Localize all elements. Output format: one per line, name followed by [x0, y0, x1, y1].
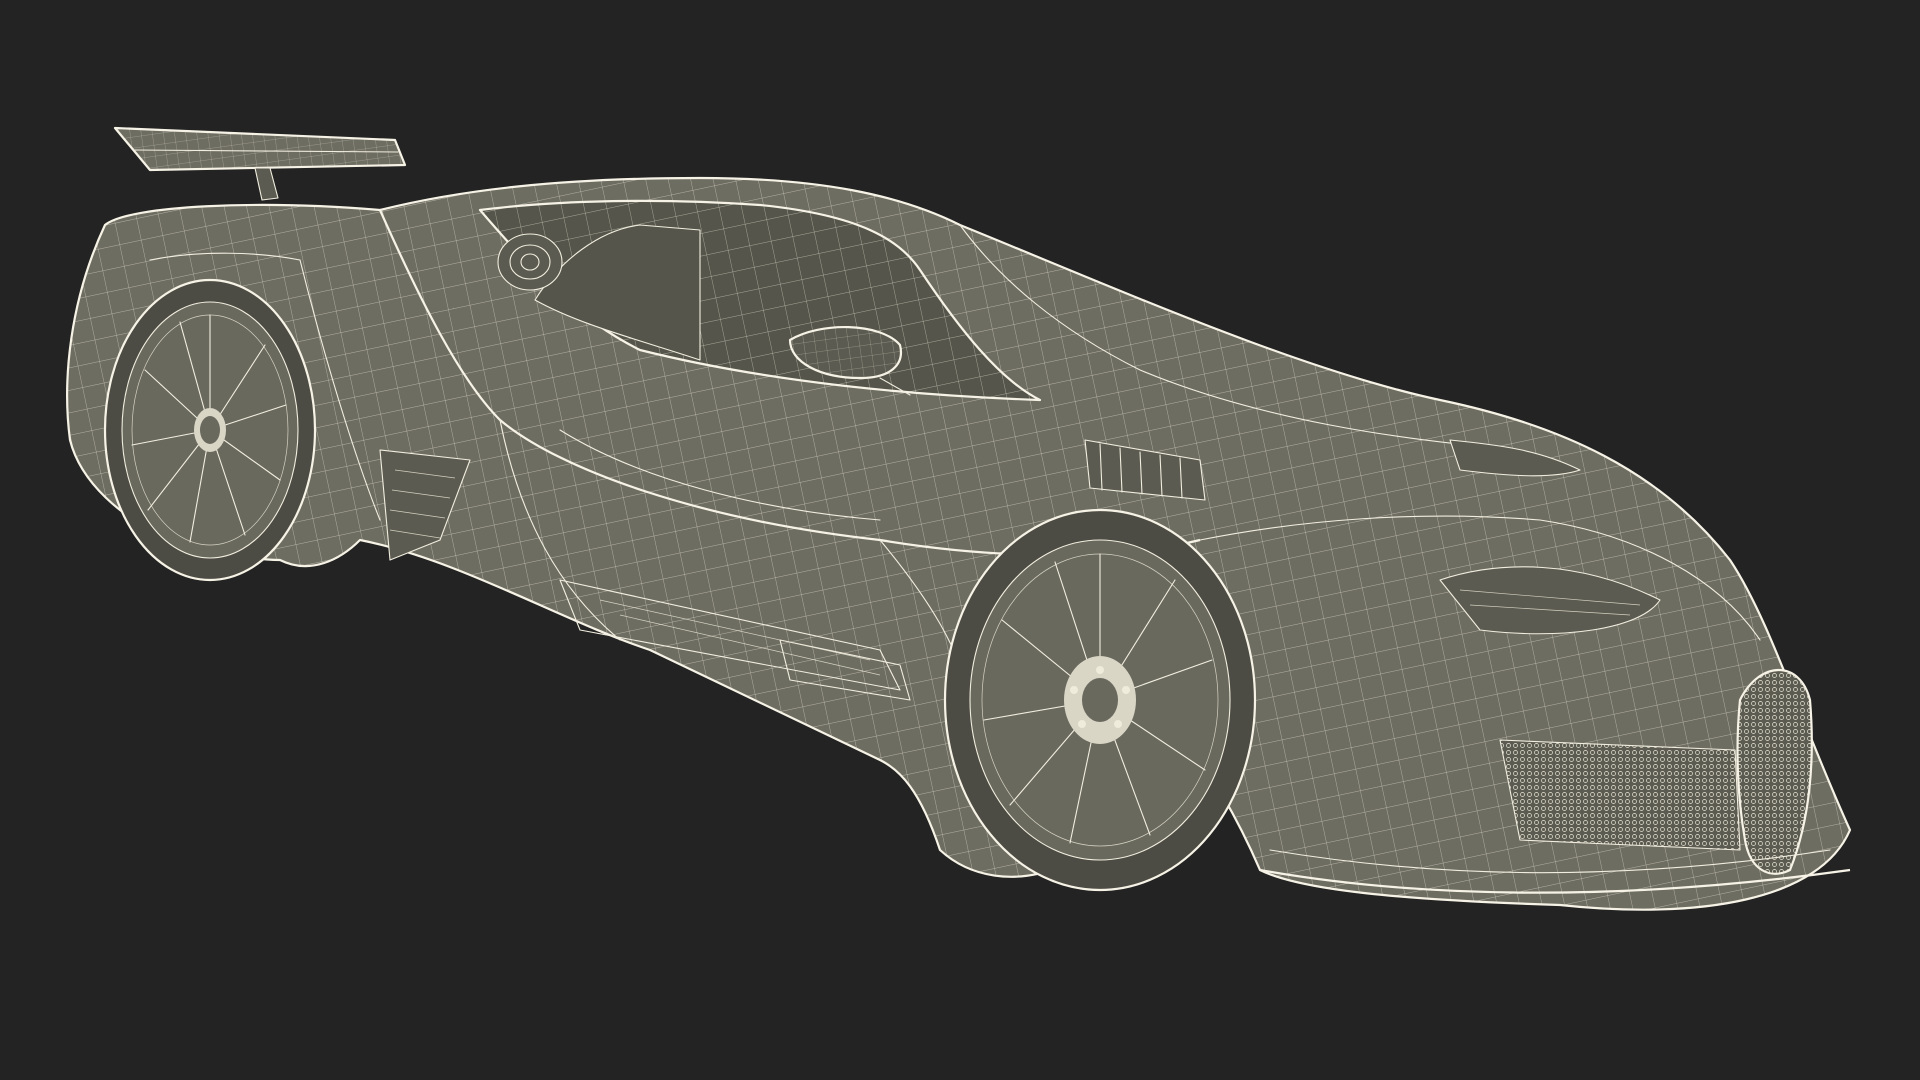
car-wireframe-render	[66, 126, 1852, 911]
rear-wing	[113, 126, 407, 201]
lower-air-intake	[1499, 739, 1741, 851]
front-wheel	[943, 508, 1257, 892]
render-viewport	[0, 0, 1920, 1080]
rear-wheel	[103, 278, 317, 582]
